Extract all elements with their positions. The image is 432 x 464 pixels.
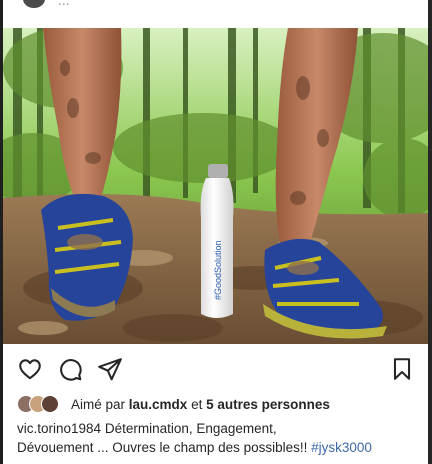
bookmark-icon[interactable]: [389, 356, 415, 382]
caption-username[interactable]: vic.torino1984: [17, 421, 101, 436]
bottle-label-text: #GoodSolution: [213, 240, 223, 300]
likes-others-count[interactable]: 5 autres personnes: [206, 397, 330, 412]
heart-outline-icon[interactable]: [17, 356, 43, 382]
likes-prefix: Aimé par: [71, 396, 129, 412]
liker-username[interactable]: lau.cmdx: [129, 397, 188, 412]
likes-row: Aimé par lau.cmdx et 5 autres personnes: [17, 392, 330, 416]
comment-bubble-icon[interactable]: [57, 356, 83, 382]
post-caption: vic.torino1984 Détermination, Engagement…: [17, 419, 421, 457]
author-avatar[interactable]: [23, 0, 45, 8]
likes-text[interactable]: Aimé par lau.cmdx et 5 autres personnes: [71, 397, 330, 412]
caption-hashtag[interactable]: #jysk3000: [311, 440, 372, 455]
instagram-post: ... #GoodSolution Aimé par lau.cmdx et 5…: [0, 0, 432, 464]
paper-plane-icon[interactable]: [97, 356, 123, 382]
caption-line1: Détermination, Engagement,: [101, 421, 277, 436]
action-bar: [3, 350, 428, 388]
post-header: ...: [3, 0, 428, 28]
liker-avatars[interactable]: [17, 394, 67, 414]
post-photo[interactable]: #GoodSolution: [3, 28, 428, 344]
caption-line2: Dévouement ... Ouvres le champ des possi…: [17, 440, 312, 455]
author-username[interactable]: ...: [58, 0, 70, 8]
avatar: [41, 395, 59, 413]
likes-middle: et: [187, 396, 207, 412]
